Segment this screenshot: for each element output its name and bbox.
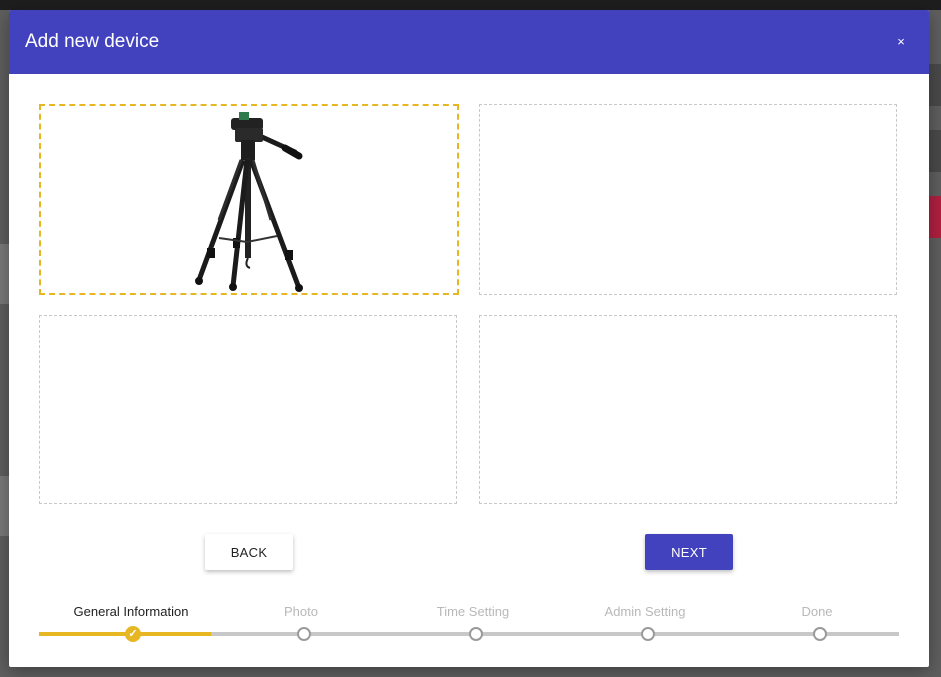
step-label-admin-setting: Admin Setting (604, 604, 686, 619)
step-checkmark-icon: ✓ (125, 626, 141, 642)
modal-title: Add new device (25, 31, 160, 52)
next-button[interactable]: NEXT (645, 534, 733, 570)
background-panel (0, 476, 9, 536)
step-dot-icon (469, 627, 483, 641)
background-panel (929, 64, 941, 106)
progress-stepper: General Information Photo Time Setting A… (39, 600, 899, 650)
background-top-bar (0, 0, 941, 10)
background-panel (0, 244, 9, 304)
background-panel (929, 196, 941, 238)
background-panel (929, 130, 941, 172)
step-label-time-setting: Time Setting (436, 604, 510, 619)
step-label-general-information: General Information (73, 604, 189, 619)
step-label-photo: Photo (284, 604, 318, 619)
close-icon[interactable]: × (893, 34, 909, 50)
modal-header: Add new device × (9, 10, 929, 74)
photo-slot-1[interactable] (39, 104, 459, 295)
step-dot-icon (297, 627, 311, 641)
photo-slot-4[interactable] (479, 315, 897, 504)
back-button[interactable]: BACK (205, 534, 293, 570)
photo-slot-3[interactable] (39, 315, 457, 504)
step-dot-icon (813, 627, 827, 641)
step-dot-icon (641, 627, 655, 641)
tripod-image (195, 112, 303, 292)
step-label-done: Done (801, 604, 833, 619)
photo-slot-2[interactable] (479, 104, 897, 295)
add-device-modal: Add new device × BACK NEXT General Infor… (9, 10, 929, 667)
